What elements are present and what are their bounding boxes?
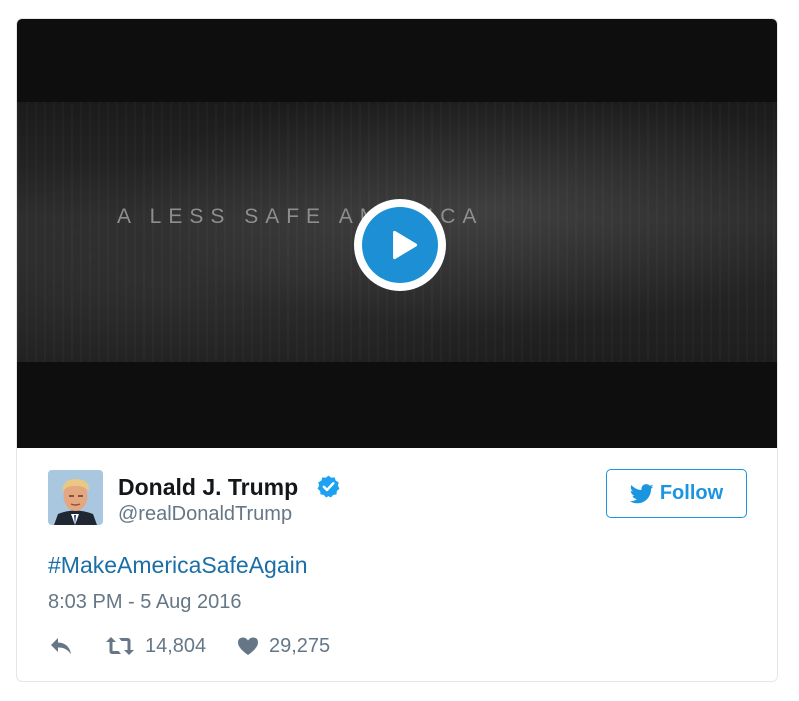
retweet-count: 14,804 bbox=[145, 634, 207, 657]
avatar[interactable] bbox=[48, 470, 103, 525]
reply-button[interactable] bbox=[48, 632, 74, 660]
play-icon bbox=[392, 230, 417, 260]
heart-icon bbox=[238, 637, 258, 655]
twitter-bird-icon bbox=[629, 483, 654, 503]
user-handle[interactable]: @realDonaldTrump bbox=[118, 503, 292, 526]
user-name[interactable]: Donald J. Trump bbox=[118, 474, 298, 501]
reply-icon bbox=[51, 638, 71, 654]
hashtag-link[interactable]: #MakeAmericaSafeAgain bbox=[48, 552, 308, 579]
retweet-button[interactable]: 14,804 bbox=[105, 632, 206, 660]
avatar-image bbox=[48, 470, 103, 525]
like-count: 29,275 bbox=[269, 634, 331, 657]
play-button-inner bbox=[362, 207, 438, 283]
play-button[interactable] bbox=[354, 199, 446, 291]
verified-badge-icon bbox=[317, 475, 340, 498]
tweet-embed-card: A LESS SAFE AMERICA Donald J. Trump @rea… bbox=[16, 18, 778, 682]
like-button[interactable]: 29,275 bbox=[237, 632, 330, 660]
tweet-timestamp[interactable]: 8:03 PM - 5 Aug 2016 bbox=[48, 591, 241, 614]
retweet-icon bbox=[106, 637, 134, 655]
video-player[interactable]: A LESS SAFE AMERICA bbox=[17, 19, 777, 448]
follow-label: Follow bbox=[659, 482, 724, 504]
follow-button[interactable]: Follow bbox=[606, 469, 747, 518]
tweet-body: Donald J. Trump @realDonaldTrump Follow … bbox=[17, 448, 777, 681]
